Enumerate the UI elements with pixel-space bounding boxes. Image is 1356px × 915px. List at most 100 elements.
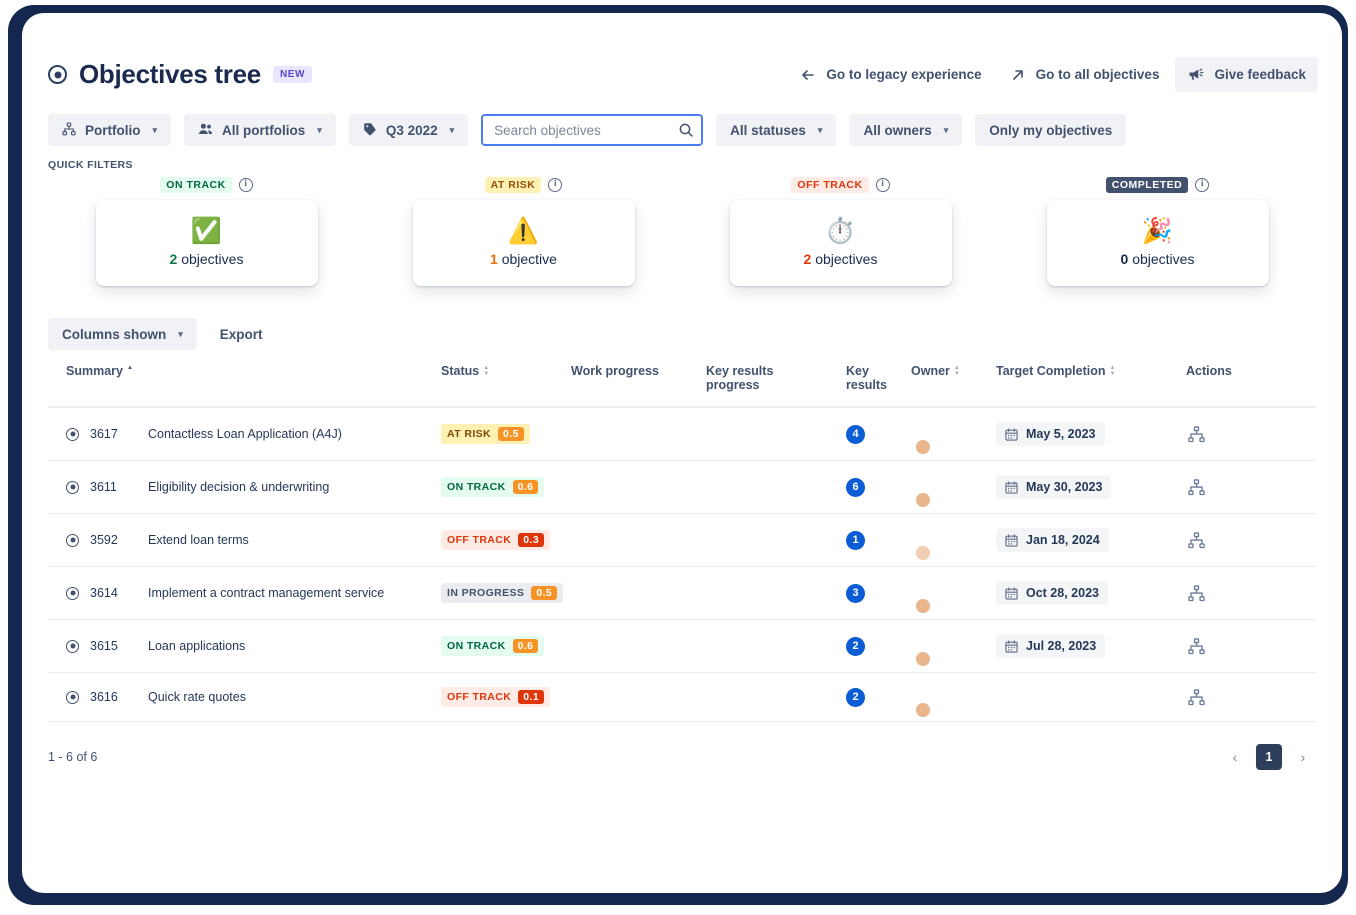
party-popper-icon: 🎉 xyxy=(1141,217,1174,245)
status-badge: AT RISK 0.5 xyxy=(441,424,530,444)
status-badge: IN PROGRESS 0.5 xyxy=(441,583,564,603)
cell-key[interactable]: 3617 xyxy=(48,407,148,461)
cell-summary[interactable]: Loan applications xyxy=(148,619,441,673)
cell-owner[interactable] xyxy=(911,513,996,567)
status-score: 0.6 xyxy=(512,480,539,494)
quick-filter-card[interactable]: ⚠️ 1 objective xyxy=(412,200,635,286)
count-value: 2 xyxy=(803,251,812,267)
quick-filters-label: QUICK FILTERS xyxy=(48,159,133,171)
target-completion-chip[interactable]: Jul 28, 2023 xyxy=(996,634,1106,658)
search-objectives-box[interactable] xyxy=(481,114,704,146)
info-icon[interactable]: i xyxy=(1195,178,1210,192)
col-actions-label: Actions xyxy=(1186,364,1232,378)
status-score: 0.6 xyxy=(512,639,539,653)
objective-key: 3616 xyxy=(90,690,118,704)
view-tree-icon[interactable] xyxy=(1186,687,1206,707)
table-row[interactable]: 3611 Eligibility decision & underwriting O… xyxy=(48,460,1316,514)
col-actions: Actions xyxy=(1186,364,1316,408)
pagination: ‹ 1 › xyxy=(1222,744,1316,770)
page-1-button[interactable]: 1 xyxy=(1256,744,1282,770)
export-button[interactable]: Export xyxy=(207,318,276,350)
only-my-objectives-toggle[interactable]: Only my objectives xyxy=(975,114,1127,146)
go-to-all-objectives-label: Go to all objectives xyxy=(1035,67,1160,82)
target-completion-chip[interactable]: May 5, 2023 xyxy=(996,422,1105,446)
next-page-button[interactable]: › xyxy=(1290,744,1316,770)
info-icon[interactable]: i xyxy=(875,178,890,192)
status-badge: COMPLETED xyxy=(1105,177,1189,193)
view-tree-icon[interactable] xyxy=(1186,636,1206,656)
cell-summary[interactable]: Quick rate quotes xyxy=(148,672,441,722)
portfolio-dropdown[interactable]: Portfolio ▾ xyxy=(48,114,172,146)
cell-summary[interactable]: Eligibility decision & underwriting xyxy=(148,460,441,514)
quick-filter-card[interactable]: 🎉 0 objectives xyxy=(1046,200,1269,286)
col-target-completion[interactable]: Target Completion ▲ ▼ xyxy=(996,364,1186,408)
cell-owner[interactable] xyxy=(911,407,996,461)
view-tree-icon[interactable] xyxy=(1186,583,1206,603)
count-unit: objectives xyxy=(1132,251,1195,267)
table-row[interactable]: 3617 Contactless Loan Application (A4J) AT… xyxy=(48,407,1316,461)
prev-page-button[interactable]: ‹ xyxy=(1222,744,1248,770)
table-row[interactable]: 3616 Quick rate quotes OFF TRACK 0.1 2 xyxy=(48,672,1316,722)
cell-target-completion: Jul 28, 2023 xyxy=(996,619,1186,673)
status-score: 0.5 xyxy=(531,586,558,600)
table-row[interactable]: 3614 Implement a contract management serv… xyxy=(48,566,1316,620)
quick-filter-card[interactable]: ⏱️ 2 objectives xyxy=(729,200,952,286)
cell-key-results-progress xyxy=(706,566,846,620)
go-to-legacy-experience-link[interactable]: Go to legacy experience xyxy=(788,58,993,92)
target-completion-chip[interactable]: Oct 28, 2023 xyxy=(996,581,1108,605)
cell-work-progress xyxy=(571,672,706,722)
table-header: Summary ▲ Status ▲ ▼ Work progress Key r… xyxy=(48,364,1316,408)
cell-summary[interactable]: Extend loan terms xyxy=(148,513,441,567)
col-status[interactable]: Status ▲ ▼ xyxy=(441,364,571,408)
cell-actions xyxy=(1186,672,1316,722)
quick-filter-card[interactable]: ✅ 2 objectives xyxy=(95,200,318,286)
cell-actions xyxy=(1186,460,1316,514)
col-summary[interactable]: Summary ▲ xyxy=(48,364,441,408)
give-feedback-button[interactable]: Give feedback xyxy=(1175,57,1318,92)
cell-key-results: 4 xyxy=(846,407,911,461)
search-icon[interactable] xyxy=(678,122,694,138)
cell-key[interactable]: 3592 xyxy=(48,513,148,567)
cell-key[interactable]: 3616 xyxy=(48,672,148,722)
info-icon[interactable]: i xyxy=(238,178,253,192)
cell-key-results: 1 xyxy=(846,513,911,567)
table-row[interactable]: 3592 Extend loan terms OFF TRACK 0.3 1 Jan 18… xyxy=(48,513,1316,567)
cell-key-results-progress xyxy=(706,460,846,514)
cell-key[interactable]: 3611 xyxy=(48,460,148,514)
col-key-results: Key results xyxy=(846,364,911,408)
cell-owner[interactable] xyxy=(911,566,996,620)
cell-key[interactable]: 3615 xyxy=(48,619,148,673)
cell-target-completion: Jan 18, 2024 xyxy=(996,513,1186,567)
all-portfolios-dropdown[interactable]: All portfolios ▾ xyxy=(184,114,336,146)
target-completion-value: May 5, 2023 xyxy=(1026,427,1096,441)
cell-key[interactable]: 3614 xyxy=(48,566,148,620)
target-completion-chip[interactable]: Jan 18, 2024 xyxy=(996,528,1109,552)
status-score: 0.3 xyxy=(518,533,545,547)
status-badge: ON TRACK xyxy=(160,177,232,193)
cell-status: OFF TRACK 0.3 xyxy=(441,513,571,567)
quarter-dropdown[interactable]: Q3 2022 ▾ xyxy=(348,114,469,146)
all-statuses-dropdown[interactable]: All statuses ▾ xyxy=(716,114,837,146)
calendar-icon xyxy=(1005,480,1018,494)
cell-owner[interactable] xyxy=(911,460,996,514)
status-badge: OFF TRACK xyxy=(791,177,869,193)
view-tree-icon[interactable] xyxy=(1186,530,1206,550)
go-to-all-objectives-link[interactable]: Go to all objectives xyxy=(998,58,1172,92)
cell-owner[interactable] xyxy=(911,619,996,673)
objective-summary: Extend loan terms xyxy=(148,533,249,547)
search-input[interactable] xyxy=(481,114,704,146)
col-owner[interactable]: Owner ▲ ▼ xyxy=(911,364,996,408)
view-tree-icon[interactable] xyxy=(1186,424,1206,444)
view-tree-icon[interactable] xyxy=(1186,477,1206,497)
columns-shown-dropdown[interactable]: Columns shown ▾ xyxy=(48,318,197,350)
cell-summary[interactable]: Contactless Loan Application (A4J) xyxy=(148,407,441,461)
table-row[interactable]: 3615 Loan applications ON TRACK 0.6 2 Jul 28,… xyxy=(48,619,1316,673)
all-owners-dropdown[interactable]: All owners ▾ xyxy=(849,114,963,146)
quick-filter-on-track: ON TRACK i ✅ 2 objectives xyxy=(48,177,365,286)
cell-actions xyxy=(1186,619,1316,673)
cell-owner[interactable] xyxy=(911,672,996,722)
target-completion-chip[interactable]: May 30, 2023 xyxy=(996,475,1112,499)
chevron-down-icon: ▾ xyxy=(943,124,949,135)
info-icon[interactable]: i xyxy=(548,178,563,192)
cell-summary[interactable]: Implement a contract management service xyxy=(148,566,441,620)
